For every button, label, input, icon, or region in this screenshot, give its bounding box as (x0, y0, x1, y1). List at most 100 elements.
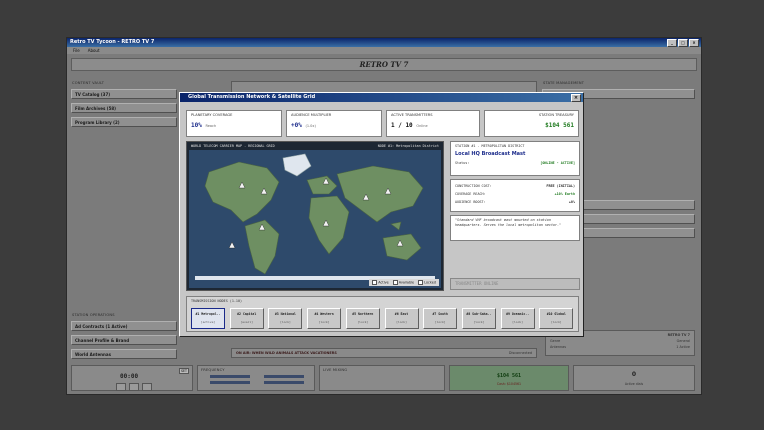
map-legend: Active Available Locked (369, 279, 439, 286)
node-button[interactable]: #3 National [lock] (268, 308, 303, 329)
stat-label: STATION TREASURY (538, 113, 574, 117)
status-label: Status: (455, 161, 470, 165)
stat-station-treasury: STATION TREASURY $104 561 (484, 110, 579, 137)
play-icon[interactable] (129, 383, 139, 391)
node-state: [lock] (473, 320, 485, 324)
node-button[interactable]: #9 Oceanic.. [lock] (500, 308, 535, 329)
vault-film-archives[interactable]: Film Archives (58) (71, 103, 177, 113)
node-name: #8 Sub-Saha.. (466, 312, 492, 316)
ops-world-antennas[interactable]: World Antennas (71, 349, 177, 359)
node-button[interactable]: #6 East [lock] (384, 308, 419, 329)
live-mixing-panel: LIVE MIXING (319, 365, 445, 391)
close-icon[interactable]: × (571, 94, 581, 102)
satellite-grid-dialog: Global Transmission Network & Satellite … (179, 92, 584, 337)
stat-label: PLANETARY COVERAGE (191, 113, 233, 117)
status-value: [ONLINE - ACTIVE] (540, 161, 575, 165)
node-button[interactable]: #7 South [lock] (423, 308, 458, 329)
stat-key: CONSTRUCTION COST: (455, 184, 492, 188)
dialog-titlebar: Global Transmission Network & Satellite … (180, 93, 583, 102)
node-name: #2 Capital (237, 312, 257, 316)
window-titlebar: Retro TV Tycoon - RETRO TV 7 _ □ × (67, 38, 701, 47)
cash-panel: $104 561 Cash: $104561 (449, 365, 569, 391)
ticker-text: ON AIR: WHEN WILD ANIMALS ATTACK VACATIO… (236, 351, 337, 355)
ops-ad-contracts[interactable]: Ad Contracts (1 Active) (71, 321, 177, 331)
right-side-button-1[interactable] (583, 200, 695, 210)
node-name: #7 South (432, 312, 448, 316)
stat-active-transmitters: ACTIVE TRANSMITTERS 1 / 10 Online (386, 110, 480, 137)
node-name: #3 National (274, 312, 296, 316)
station-operations-label: STATION OPERATIONS (72, 313, 115, 317)
node-state: [active] (200, 320, 216, 324)
stat-value: +0% (1.0x) (291, 122, 377, 129)
stat-sub: (1.0x) (305, 124, 316, 128)
node-button[interactable]: #10 Global [lock] (539, 308, 574, 329)
close-icon[interactable]: × (689, 39, 699, 47)
rewind-icon[interactable] (116, 383, 126, 391)
stat-value: $104 561 (545, 122, 574, 129)
nodes-title: TRANSMISSION NODES (1-10) (191, 299, 243, 303)
live-mixing-label: LIVE MIXING (323, 368, 348, 372)
counter-sub: Active dials (624, 382, 644, 386)
stat-sub: Online (416, 124, 428, 128)
legend-active: Active (372, 280, 389, 285)
stat-label: ACTIVE TRANSMITTERS (391, 113, 433, 117)
world-telecom-map[interactable]: WORLD TELECOM CARRIER MAP - REGIONAL GRI… (186, 141, 444, 291)
station-header: STATION #1 - METROPOLITAN DISTRICT (455, 144, 525, 148)
cash-sub: Cash: $104561 (496, 382, 522, 386)
clock-set-button[interactable]: SET (179, 368, 189, 374)
station-stat-row: COVERAGE REACH: +10% Earth (455, 192, 575, 196)
map-title: WORLD TELECOM CARRIER MAP - REGIONAL GRI… (191, 144, 275, 148)
node-button[interactable]: #2 Capital [avail] (229, 308, 264, 329)
node-name: #10 Global (546, 312, 566, 316)
stat-number: 1 / 10 (391, 122, 413, 129)
right-side-button-2[interactable] (583, 214, 695, 224)
menu-about[interactable]: About (88, 47, 100, 54)
node-button[interactable]: #4 Western [lock] (307, 308, 342, 329)
stat-value: 1 / 10 Online (391, 122, 475, 129)
cash-display: $104 561 (496, 373, 522, 379)
vault-tv-catalog[interactable]: TV Catalog (37) (71, 89, 177, 99)
node-button[interactable]: #1 Metropol.. [active] (191, 308, 225, 329)
on-air-ticker: ON AIR: WHEN WILD ANIMALS ATTACK VACATIO… (231, 348, 537, 358)
node-name: #4 Western (314, 312, 334, 316)
stat-val: +10% Earth (554, 192, 575, 196)
maximize-icon[interactable]: □ (678, 39, 688, 47)
station-logo: RETRO TV 7 (71, 58, 697, 71)
transmission-nodes-panel: TRANSMISSION NODES (1-10) #1 Metropol.. [… (186, 296, 579, 332)
frequency-bar (210, 375, 250, 378)
frequency-bar (264, 375, 304, 378)
node-button[interactable]: #8 Sub-Saha.. [lock] (461, 308, 496, 329)
channel-info-key: Antennas (550, 345, 567, 349)
map-node-label: NODE #1: Metropolitan District (377, 144, 439, 148)
node-name: #1 Metropol.. (195, 312, 221, 316)
stat-val: FREE (INITIAL) (546, 184, 575, 188)
counter-display: 0 (631, 371, 637, 378)
stat-planetary-coverage: PLANETARY COVERAGE 10% Reach (186, 110, 282, 137)
forward-icon[interactable] (142, 383, 152, 391)
menu-file[interactable]: File (73, 47, 80, 54)
node-state: [lock] (550, 320, 562, 324)
channel-info-key: Genre (550, 339, 561, 343)
node-state: [lock] (512, 320, 524, 324)
vault-program-library[interactable]: Program Library (2) (71, 117, 177, 127)
channel-info-value: 1 Active (676, 345, 690, 349)
dialog-title: Global Transmission Network & Satellite … (188, 94, 316, 100)
menubar: File About (67, 47, 701, 54)
right-side-button-3[interactable] (583, 228, 695, 238)
content-vault-label: CONTENT VAULT (72, 81, 105, 85)
frequency-bar (264, 381, 304, 384)
world-map-svg (189, 150, 441, 288)
stat-key: COVERAGE REACH: (455, 192, 486, 196)
ops-channel-profile[interactable]: Channel Profile & Brand (71, 335, 177, 345)
map-header: WORLD TELECOM CARRIER MAP - REGIONAL GRI… (187, 142, 443, 150)
channel-info-row: Genre General (550, 339, 690, 343)
node-button[interactable]: #5 Northern [lock] (345, 308, 380, 329)
transmitter-online-button[interactable]: TRANSMITTER ONLINE (450, 278, 580, 290)
counter-panel: 0 Active dials (573, 365, 695, 391)
state-management-label: STATE MANAGEMENT (543, 81, 585, 85)
node-state: [lock] (396, 320, 407, 324)
window-controls: _ □ × (667, 39, 699, 47)
ticker-status: Disconnected (508, 351, 532, 355)
station-stats-panel: CONSTRUCTION COST: FREE (INITIAL) COVERA… (450, 179, 580, 212)
minimize-icon[interactable]: _ (667, 39, 677, 47)
